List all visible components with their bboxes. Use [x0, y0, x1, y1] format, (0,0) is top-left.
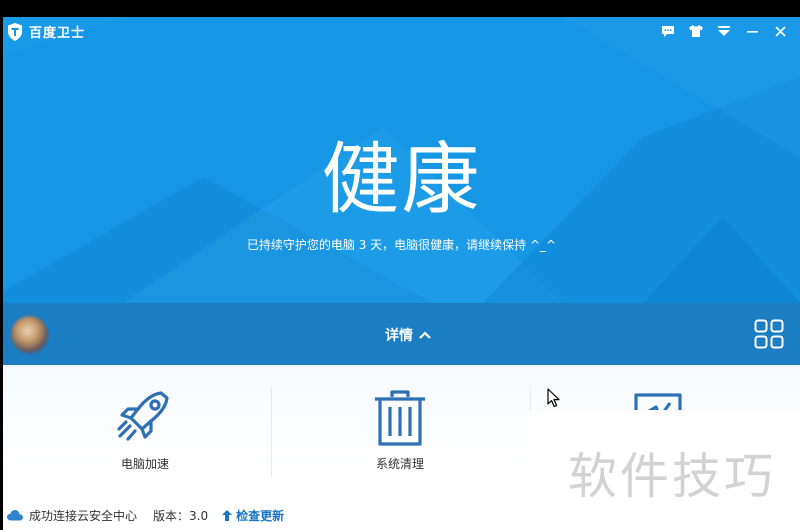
app-title: 百度卫士 — [29, 26, 86, 41]
tool-speedup-label: 电脑加速 — [120, 457, 169, 471]
trash-icon — [375, 390, 425, 446]
app-branding: 百度卫士 — [7, 22, 85, 41]
mouse-cursor-icon — [547, 388, 560, 408]
close-icon — [774, 25, 786, 37]
health-status-title: 健康 — [321, 135, 482, 225]
shield-logo-icon — [8, 22, 22, 41]
status-footer: 成功连接云安全中心 版本：3.0 检查更新 — [3, 500, 563, 530]
feedback-button[interactable] — [654, 21, 682, 41]
status-hero: 百度卫士 健康 已持续守护您的电脑 3 天，电脑很健康，请继续保持 ^_^ — [3, 17, 800, 303]
user-avatar[interactable] — [11, 316, 48, 353]
skin-button[interactable] — [682, 21, 710, 41]
details-toggle-button[interactable]: 详情 — [385, 325, 431, 345]
details-label: 详情 — [385, 328, 413, 344]
menu-dropdown-icon — [718, 26, 730, 36]
cloud-icon — [7, 509, 23, 520]
close-button[interactable] — [766, 21, 794, 41]
version-label: 版本：3.0 — [153, 508, 209, 523]
chevron-up-icon — [419, 331, 431, 339]
tool-cleanup-label: 系统清理 — [375, 457, 424, 471]
check-update-link[interactable]: 检查更新 — [222, 507, 284, 524]
check-update-label: 检查更新 — [236, 508, 285, 523]
tool-divider — [271, 387, 272, 477]
chat-icon — [662, 25, 674, 37]
window-controls — [654, 21, 794, 41]
cloud-connection-status: 成功连接云安全中心 — [29, 508, 138, 523]
tool-cleanup-button[interactable]: 系统清理 — [340, 389, 460, 472]
screen: 百度卫士 健康 已持续守护您的电脑 3 天，电脑很健康，请继续保持 ^_^ 详情… — [0, 0, 800, 530]
minimize-button[interactable] — [738, 21, 766, 41]
rocket-icon — [117, 391, 169, 441]
menu-button[interactable] — [710, 21, 738, 41]
arrow-up-icon — [222, 509, 233, 521]
health-status-message: 已持续守护您的电脑 3 天，电脑很健康，请继续保持 ^_^ — [246, 238, 557, 252]
shirt-icon — [689, 25, 703, 37]
tool-speedup-button[interactable]: 电脑加速 — [85, 389, 205, 472]
apps-grid-icon[interactable] — [754, 319, 784, 349]
details-bar: 详情 — [3, 303, 800, 365]
watermark-text: 软件技巧 — [568, 448, 777, 505]
minimize-icon — [746, 31, 758, 33]
title-bar: 百度卫士 — [3, 17, 800, 45]
